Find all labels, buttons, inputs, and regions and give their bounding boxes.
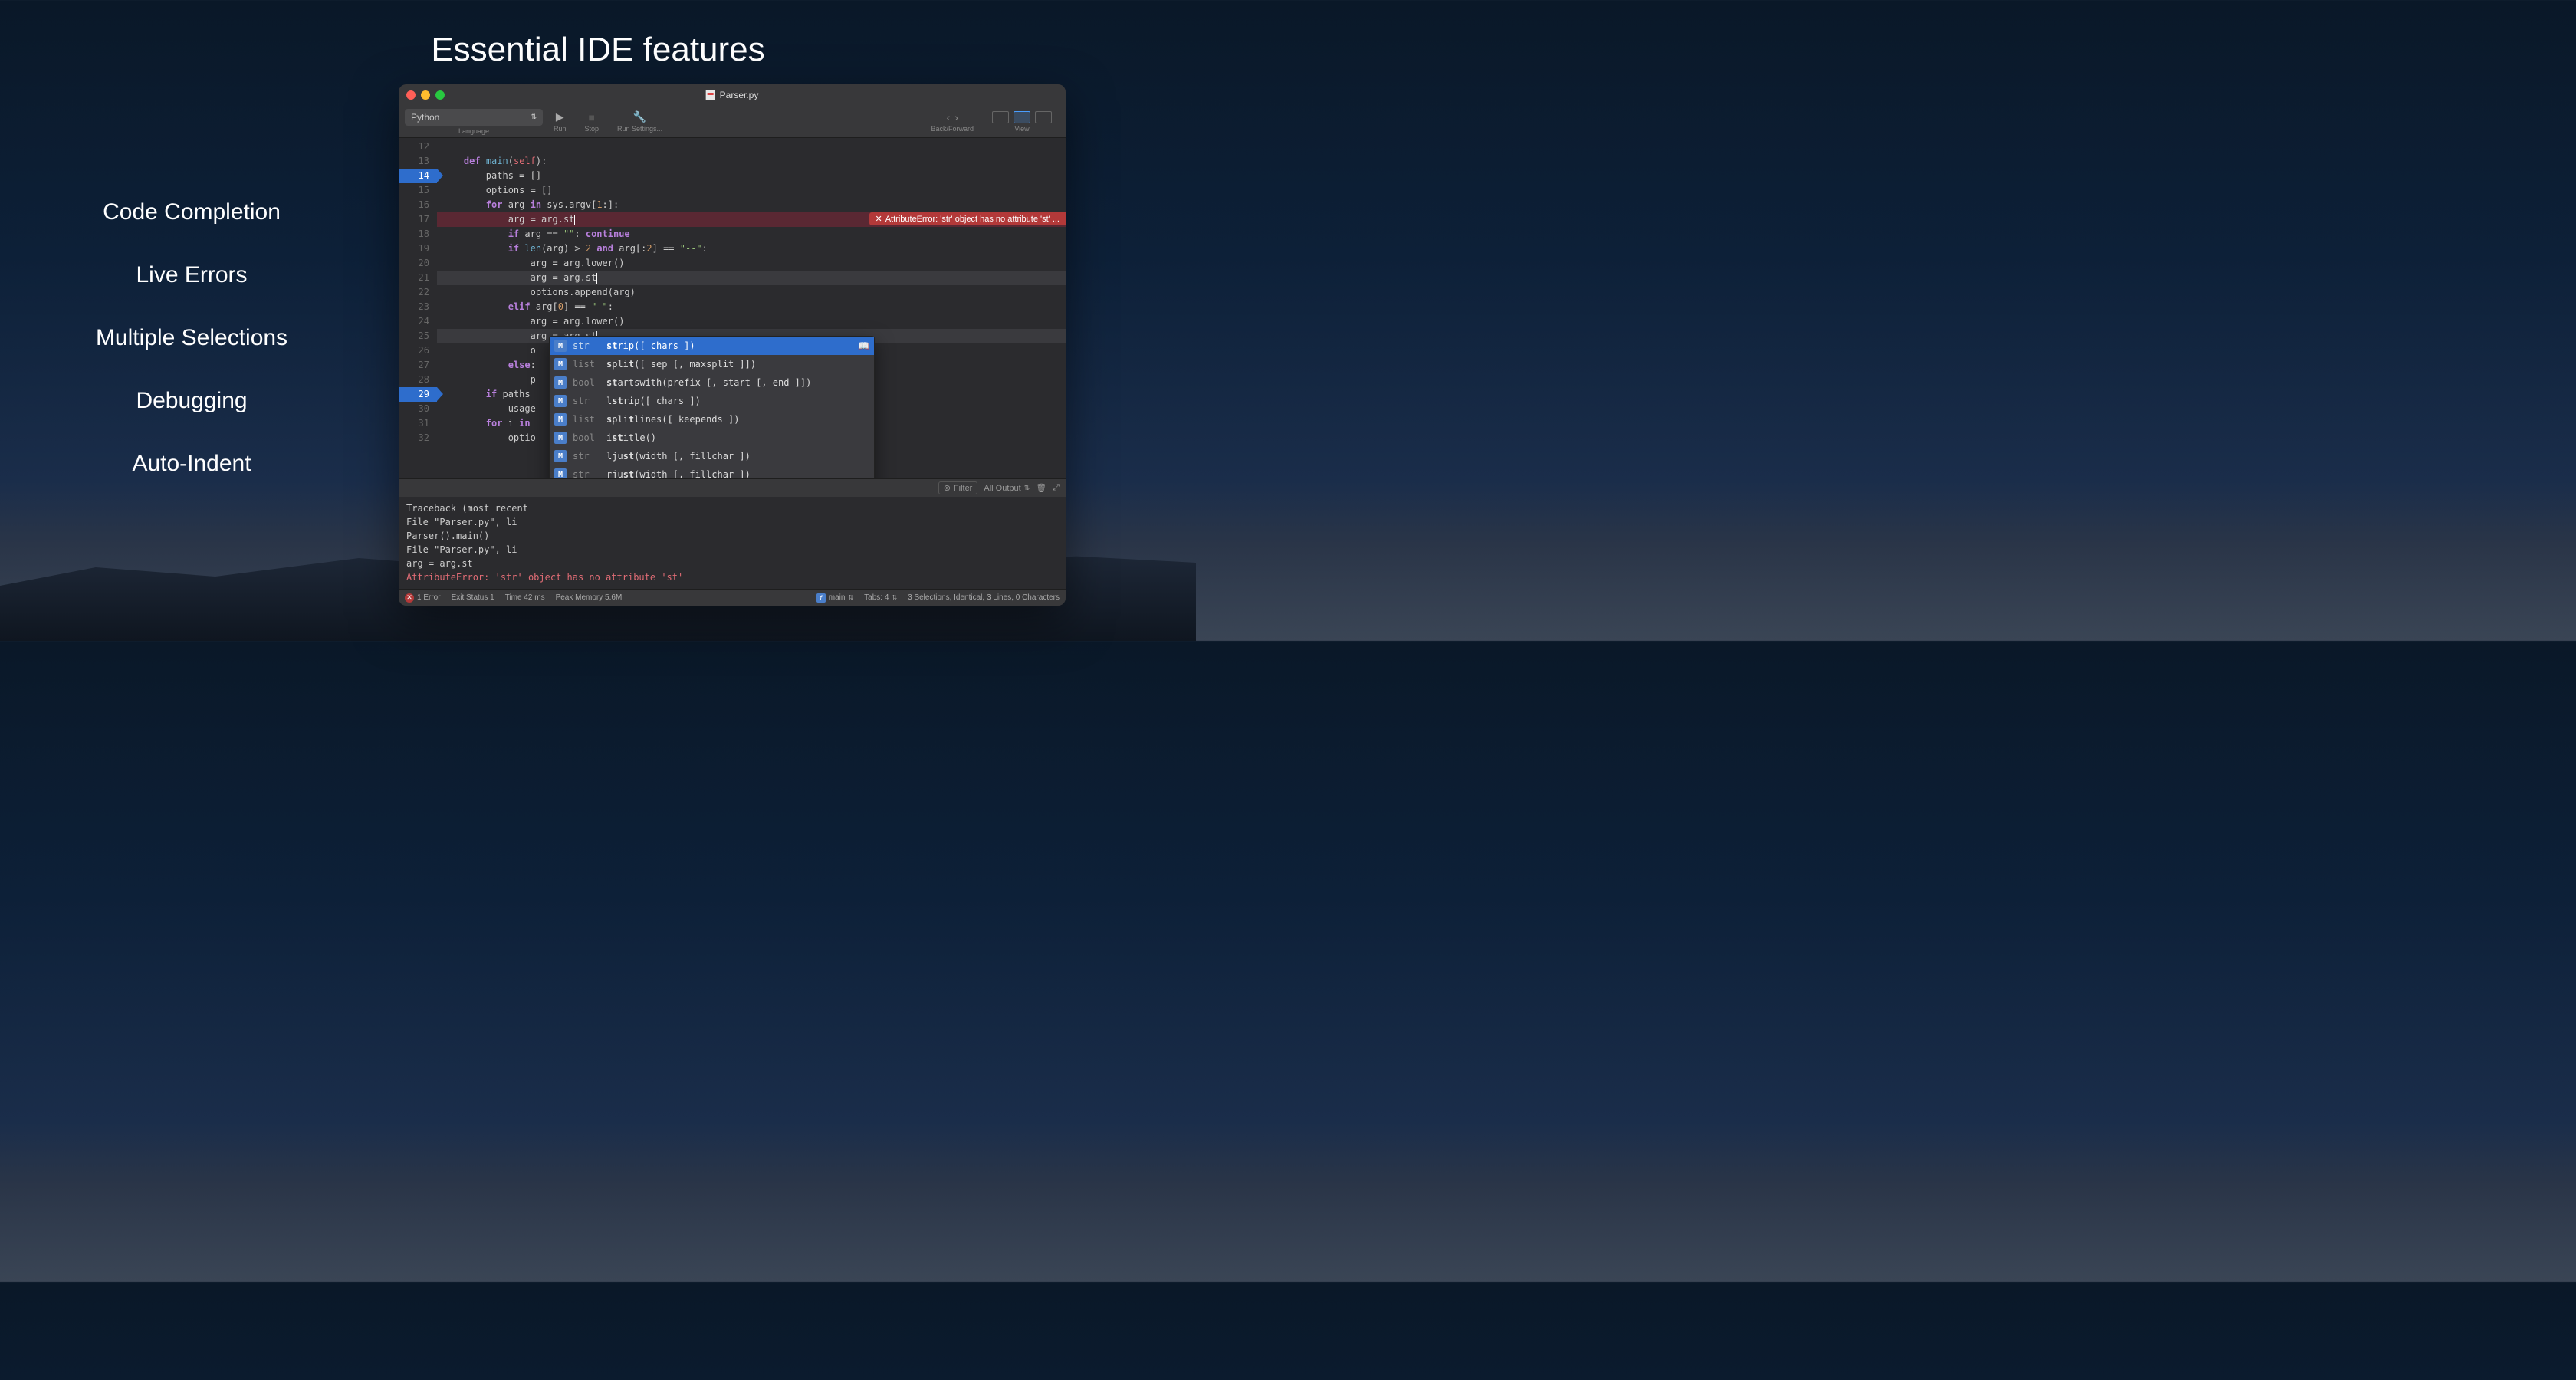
method-badge-icon: M (554, 450, 567, 462)
status-memory: Peak Memory 5.6M (556, 593, 623, 602)
toolbar: Python ⇅ Language ▶ Run ■ Stop 🔧 Run Set… (399, 106, 1066, 138)
method-badge-icon: M (554, 358, 567, 370)
feature-item: Multiple Selections (61, 325, 322, 351)
line-gutter: 1213141516171819202122232425262728293031… (399, 138, 437, 478)
chevron-left-icon: ‹ (947, 111, 951, 123)
filter-icon: ⊚ (944, 483, 951, 493)
completion-item[interactable]: Mlistsplit([ sep [, maxsplit ]]) (550, 355, 874, 373)
console-output[interactable]: Traceback (most recent File "Parser.py",… (399, 497, 1066, 589)
method-badge-icon: M (554, 413, 567, 426)
completion-item[interactable]: Mlistsplitlines([ keepends ]) (550, 410, 874, 429)
completion-item[interactable]: Mstrstrip([ chars ])📖 (550, 337, 874, 355)
language-selector[interactable]: Python ⇅ (405, 109, 543, 126)
method-badge-icon: M (554, 340, 567, 352)
feature-item: Code Completion (61, 199, 322, 225)
minimize-button[interactable] (421, 90, 430, 100)
method-badge-icon: M (554, 395, 567, 407)
expand-icon[interactable]: ⤢ (1053, 483, 1060, 493)
output-selector[interactable]: All Output ⇅ (984, 484, 1030, 493)
method-badge-icon: M (554, 376, 567, 389)
status-bar: ✕ 1 Error Exit Status 1 Time 42 ms Peak … (399, 589, 1066, 606)
error-dot-icon: ✕ (405, 593, 414, 603)
trash-icon[interactable]: 🗑 (1036, 483, 1046, 493)
completion-item[interactable]: Mboolistitle() (550, 429, 874, 447)
play-icon: ▶ (554, 111, 566, 123)
view-single-icon[interactable] (992, 111, 1009, 123)
completion-item[interactable]: Mstrljust(width [, fillchar ]) (550, 447, 874, 465)
window-title: Parser.py (706, 90, 759, 100)
method-badge-icon: M (554, 468, 567, 478)
output-header: ⊚ Filter All Output ⇅ 🗑 ⤢ (399, 478, 1066, 497)
book-icon: 📖 (858, 340, 869, 351)
view-split-icon[interactable] (1014, 111, 1030, 123)
titlebar: Parser.py (399, 84, 1066, 106)
zoom-button[interactable] (435, 90, 445, 100)
feature-item: Live Errors (61, 262, 322, 288)
close-button[interactable] (406, 90, 416, 100)
completion-item[interactable]: Mboolstartswith(prefix [, start [, end ]… (550, 373, 874, 392)
status-tabs[interactable]: Tabs: 4 ⇅ (864, 593, 897, 602)
feature-item: Debugging (61, 388, 322, 414)
run-button[interactable]: ▶ Run (546, 111, 574, 133)
wrench-icon: 🔧 (634, 111, 646, 123)
completion-popup[interactable]: Mstrstrip([ chars ])📖Mlistsplit([ sep [,… (549, 336, 875, 478)
status-exit: Exit Status 1 (452, 593, 495, 602)
output-filter-input[interactable]: ⊚ Filter (938, 481, 978, 495)
status-time: Time 42 ms (505, 593, 545, 602)
inline-error-badge[interactable]: ✕ AttributeError: 'str' object has no at… (869, 212, 1066, 225)
status-function[interactable]: f main ⇅ (816, 593, 853, 603)
status-selections: 3 Selections, Identical, 3 Lines, 0 Char… (908, 593, 1060, 602)
file-icon (706, 90, 715, 100)
stop-icon: ■ (586, 111, 598, 123)
completion-item[interactable]: Mstrlstrip([ chars ]) (550, 392, 874, 410)
back-forward-nav[interactable]: ‹ › Back/Forward (923, 111, 981, 133)
editor-area[interactable]: 1213141516171819202122232425262728293031… (399, 138, 1066, 478)
ide-window: Parser.py Python ⇅ Language ▶ Run ■ Stop… (399, 84, 1066, 606)
completion-item[interactable]: Mstrrjust(width [, fillchar ]) (550, 465, 874, 478)
error-x-icon: ✕ (876, 214, 882, 224)
method-badge-icon: M (554, 432, 567, 444)
status-error-count[interactable]: ✕ 1 Error (405, 593, 441, 603)
chevron-updown-icon: ⇅ (1024, 484, 1030, 492)
stop-button: ■ Stop (577, 111, 607, 133)
function-icon: f (816, 593, 826, 603)
chevron-updown-icon: ⇅ (531, 113, 537, 121)
language-label: Language (458, 127, 489, 135)
chevron-right-icon: › (955, 111, 958, 123)
chevron-updown-icon: ⇅ (848, 594, 853, 601)
run-settings-button[interactable]: 🔧 Run Settings... (610, 111, 670, 133)
feature-list: Code Completion Live Errors Multiple Sel… (61, 199, 322, 477)
view-mode-buttons[interactable]: View (984, 111, 1060, 133)
feature-item: Auto-Indent (61, 451, 322, 477)
chevron-updown-icon: ⇅ (892, 594, 897, 601)
traffic-lights (406, 90, 445, 100)
view-grid-icon[interactable] (1035, 111, 1052, 123)
language-selector-value: Python (411, 112, 439, 123)
page-title: Essential IDE features (431, 31, 764, 69)
